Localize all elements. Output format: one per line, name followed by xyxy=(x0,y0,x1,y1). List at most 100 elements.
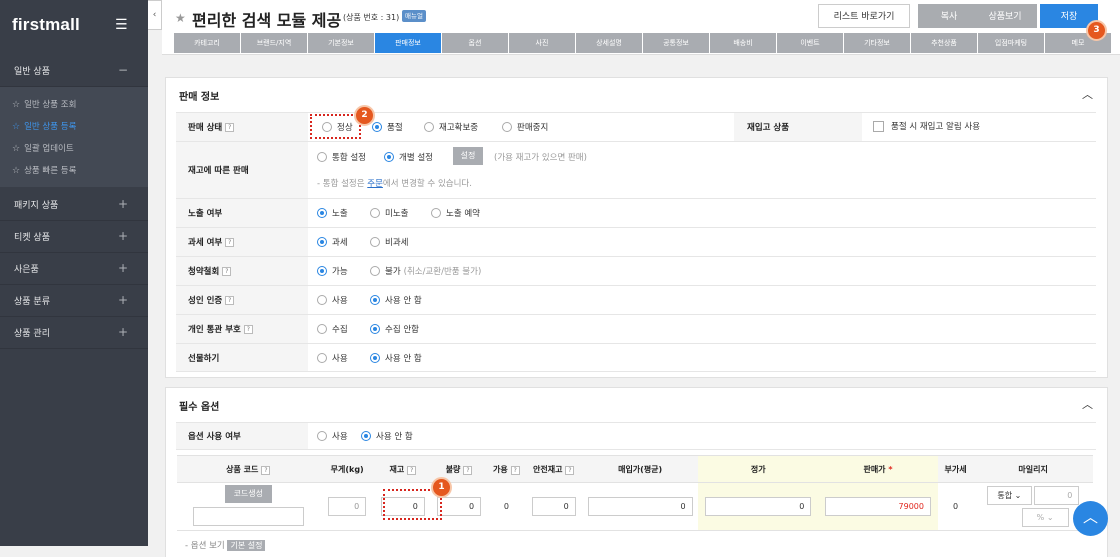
radio-integrated[interactable]: 통합 설정 xyxy=(317,151,366,163)
radio-collect[interactable]: 수집 xyxy=(317,323,348,335)
chevron-up-icon[interactable]: ︿ xyxy=(1082,86,1093,102)
sidebar-item-gift[interactable]: 사은품 + xyxy=(0,253,148,285)
radio-circle xyxy=(317,237,327,247)
sale-price-input[interactable]: 79000 xyxy=(824,497,931,516)
sidebar-subitem[interactable]: ☆ 일괄 업데이트 xyxy=(12,142,74,154)
radio-gift-not-use[interactable]: 사용 안 함 xyxy=(370,352,422,364)
radio-hide[interactable]: 미노출 xyxy=(370,207,408,219)
cell-safety: 0 xyxy=(525,482,582,531)
tab-options[interactable]: 옵션 xyxy=(442,33,509,53)
sidebar-subitem-active[interactable]: ☆ 일반 상품 등록 xyxy=(12,120,76,132)
settings-button[interactable]: 설정 xyxy=(453,147,483,165)
purchase-price-input[interactable]: 0 xyxy=(587,497,693,516)
radio-use[interactable]: 사용 xyxy=(317,294,348,306)
tab-shipping[interactable]: 배송비 xyxy=(710,33,777,53)
mileage-input[interactable]: 0 xyxy=(1034,486,1080,505)
safety-stock-input[interactable]: 0 xyxy=(531,497,576,516)
tab-photos[interactable]: 사진 xyxy=(509,33,576,53)
help-icon[interactable]: ? xyxy=(222,266,232,276)
radio-taxfree[interactable]: 비과세 xyxy=(370,236,408,248)
cell-purchase: 0 xyxy=(581,482,699,531)
radio-not-collect[interactable]: 수집 안함 xyxy=(370,323,419,335)
tab-category[interactable]: 카테고리 xyxy=(174,33,241,53)
tab-sales[interactable]: 판매정보 xyxy=(375,33,442,53)
radio-label: 사용 xyxy=(332,432,348,442)
chevron-up-icon[interactable]: ︿ xyxy=(1082,396,1093,412)
help-icon[interactable]: ? xyxy=(243,324,253,334)
help-icon[interactable]: ? xyxy=(510,465,520,475)
tax-row: 과세 여부? 과세 비과세 xyxy=(176,227,1096,256)
list-price-input[interactable]: 0 xyxy=(705,497,812,516)
help-icon[interactable]: ? xyxy=(407,465,417,475)
col-weight: 무게(kg) xyxy=(319,455,375,483)
scroll-top-button[interactable]: ︿ xyxy=(1073,501,1108,536)
tab-etc[interactable]: 기타정보 xyxy=(844,33,911,53)
plus-icon: + xyxy=(117,325,128,339)
copy-button[interactable]: 복사 xyxy=(918,4,980,28)
radio-not-use[interactable]: 사용 안 함 xyxy=(370,294,422,306)
code-input[interactable] xyxy=(192,507,304,526)
weight-input[interactable]: 0 xyxy=(328,497,367,516)
manual-tag[interactable]: 매뉴얼 xyxy=(402,10,426,22)
radio-not-allowed[interactable]: 불가 (취소/교환/반품 불가) xyxy=(370,265,481,277)
cell-code: 코드생성 xyxy=(177,482,320,531)
plus-icon: + xyxy=(117,229,128,243)
view-product-button[interactable]: 상품보기 xyxy=(973,4,1037,28)
mileage-select[interactable]: 통합 ⌄ xyxy=(986,486,1032,505)
tab-common[interactable]: 공통정보 xyxy=(643,33,710,53)
logo[interactable]: firstmall xyxy=(12,15,80,35)
customs-row: 개인 통관 부호? 수집 수집 안함 xyxy=(176,314,1096,343)
field-label: 개인 통관 부호? xyxy=(176,315,308,343)
radio-restocking[interactable]: 재고확보중 xyxy=(424,121,478,133)
radio-scheduled[interactable]: 노출 예약 xyxy=(431,207,480,219)
sidebar-item-package[interactable]: 패키지 상품 + xyxy=(0,189,148,221)
star-icon[interactable]: ★ xyxy=(175,11,186,25)
defect-input[interactable]: 0 xyxy=(437,497,482,516)
help-icon[interactable]: ? xyxy=(261,465,271,475)
radio-taxable[interactable]: 과세 xyxy=(317,236,348,248)
tab-description[interactable]: 상세설명 xyxy=(576,33,643,53)
radio-circle xyxy=(317,266,327,276)
radio-stop-sale[interactable]: 판매중지 xyxy=(502,121,548,133)
radio-label: 가능 xyxy=(332,267,348,277)
sidebar-subitem[interactable]: ☆ 상품 빠른 등록 xyxy=(12,164,76,176)
radio-allowed[interactable]: 가능 xyxy=(317,265,348,277)
sidebar-item-category[interactable]: 상품 분류 + xyxy=(0,285,148,317)
radio-show[interactable]: 노출 xyxy=(317,207,348,219)
order-link[interactable]: 주문 xyxy=(367,179,383,189)
radio-circle xyxy=(370,237,380,247)
withdraw-hint: (취소/교환/반품 불가) xyxy=(403,267,482,277)
list-button[interactable]: 리스트 바로가기 xyxy=(818,4,910,28)
tab-marketing[interactable]: 입점마케팅 xyxy=(978,33,1045,53)
star-icon: ☆ xyxy=(12,100,21,110)
hamburger-icon[interactable]: ☰ xyxy=(115,17,128,33)
sidebar-item-manage[interactable]: 상품 관리 + xyxy=(0,317,148,349)
help-icon[interactable]: ? xyxy=(463,465,473,475)
col-mileage: 마일리지 xyxy=(973,455,1093,483)
generate-code-button[interactable]: 코드생성 xyxy=(224,485,272,503)
collapse-sidebar-button[interactable]: ‹ xyxy=(148,0,162,30)
tab-brand[interactable]: 브랜드/지역 xyxy=(241,33,308,53)
help-icon[interactable]: ? xyxy=(225,295,235,305)
radio-option-use[interactable]: 사용 xyxy=(317,430,348,442)
sidebar-item-label: 사은품 xyxy=(14,265,39,275)
radio-option-not-use[interactable]: 사용 안 함 xyxy=(361,430,413,442)
tab-event[interactable]: 이벤트 xyxy=(777,33,844,53)
tab-recommend[interactable]: 추천상품 xyxy=(911,33,978,53)
radio-individual[interactable]: 개별 설정 xyxy=(384,151,433,163)
sidebar-item-general[interactable]: 일반 상품 − xyxy=(0,55,148,87)
help-icon[interactable]: ? xyxy=(565,465,575,475)
help-icon[interactable]: ? xyxy=(225,237,235,247)
stock-sale-row: 재고에 따른 판매 통합 설정 개별 설정 설정 (가용 재고가 있으면 판매)… xyxy=(176,141,1096,198)
radio-gift-use[interactable]: 사용 xyxy=(317,352,348,364)
required-mark: * xyxy=(888,464,893,474)
help-icon[interactable]: ? xyxy=(225,122,235,132)
option-view-footer: - 옵션 보기 기본 설정 xyxy=(185,539,266,551)
mileage-unit-select[interactable]: % ⌄ xyxy=(1021,508,1069,527)
sidebar-item-ticket[interactable]: 티켓 상품 + xyxy=(0,221,148,253)
sidebar-subitem[interactable]: ☆ 일반 상품 조회 xyxy=(12,98,76,110)
radio-soldout[interactable]: 품절 xyxy=(372,121,403,133)
restock-notify-checkbox[interactable]: 품절 시 재입고 알림 사용 xyxy=(873,120,980,132)
star-icon: ☆ xyxy=(12,122,21,132)
tab-basic[interactable]: 기본정보 xyxy=(308,33,375,53)
